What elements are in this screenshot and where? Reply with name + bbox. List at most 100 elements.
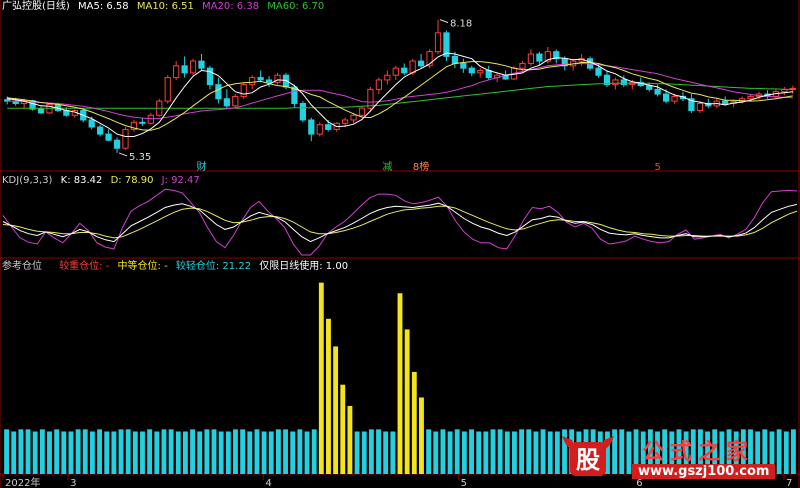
moving-average-lines (7, 52, 793, 137)
candle-body (485, 70, 492, 79)
medium-position-bar (333, 346, 339, 474)
light-position-bar (204, 429, 210, 474)
candle-body (113, 139, 121, 149)
kdj-lines (2, 188, 798, 256)
candle-body (434, 32, 442, 53)
light-label: 较轻仓位: 21.22 (175, 261, 252, 272)
medium-position-bar (318, 282, 324, 474)
low-price-label: 5.35 (129, 152, 151, 163)
light-position-bar (125, 429, 131, 474)
light-position-bar (190, 429, 195, 474)
light-position-bar (218, 431, 224, 474)
candle-body (215, 84, 222, 100)
bull-logo-icon: 股 (562, 436, 614, 476)
candle-body (536, 53, 543, 62)
light-position-bar (254, 429, 260, 474)
candle-body (122, 128, 129, 149)
x-tick-label: 5 (461, 478, 467, 488)
ma20-line (7, 62, 793, 120)
light-position-bar (304, 431, 310, 474)
light-position-bar (39, 429, 45, 474)
candle-body (350, 114, 357, 121)
light-position-bar (311, 429, 317, 474)
ma60-label: MA60: 6.70 (267, 1, 325, 12)
candle-body (232, 95, 239, 107)
light-position-bar (247, 431, 253, 474)
light-position-bar (297, 429, 303, 474)
medium-label: 中等仓位: - (117, 261, 168, 272)
candle-body (299, 102, 306, 121)
light-position-bar (225, 431, 231, 474)
price-annotations: 8.18 5.35 财 减 8榜 5 (118, 19, 661, 173)
light-position-bar (376, 429, 381, 474)
candle-body (181, 65, 188, 74)
candlestick-series (4, 19, 796, 153)
candle-body (722, 100, 729, 104)
light-position-bar (25, 429, 31, 474)
light-position-bar (75, 429, 81, 474)
candle-body (747, 95, 754, 100)
candle-body (671, 95, 678, 102)
candle-body (206, 67, 214, 86)
candle-body (249, 77, 256, 86)
kdj-k-line (2, 202, 798, 243)
medium-position-bar (397, 293, 403, 474)
light-position-bar (197, 431, 203, 474)
watermark: 股 公式之家 www.gszj100.com (556, 430, 800, 486)
light-position-bar (476, 431, 482, 474)
candle-body (654, 88, 661, 95)
candle-body (460, 62, 467, 69)
light-position-bar (118, 429, 124, 474)
light-position-bar (161, 429, 167, 474)
kdj-panel-header: KDJ(9,3,3) K: 83.42 D: 78.90 J: 92.47 (2, 175, 205, 187)
light-position-bar (140, 431, 145, 474)
ma5-line (7, 52, 793, 137)
light-position-bar (132, 431, 138, 474)
watermark-url: www.gszj100.com (632, 464, 776, 479)
medium-position-bar (347, 405, 353, 474)
light-position-bar (168, 429, 174, 474)
candle-body (519, 62, 526, 69)
candle-body (88, 119, 95, 128)
candle-body (417, 60, 425, 67)
medium-position-bar (419, 397, 424, 474)
candle-body (97, 126, 104, 135)
x-tick-label: 4 (265, 478, 271, 488)
watermark-title: 公式之家 (642, 439, 755, 465)
candle-body (240, 84, 247, 97)
event-marker: 减 (382, 161, 392, 173)
light-position-bar (433, 431, 439, 474)
light-position-bar (89, 431, 95, 474)
candle-body (662, 93, 670, 102)
light-position-bar (454, 429, 460, 474)
light-position-bar (268, 431, 274, 474)
medium-position-bar (326, 318, 331, 474)
heavy-label: 较重仓位: - (59, 261, 110, 272)
light-position-bar (111, 431, 117, 474)
j-label: J: 92.47 (161, 175, 200, 186)
candle-body (316, 124, 323, 135)
light-position-bar (47, 431, 52, 474)
low-marker-arrow (118, 152, 128, 157)
light-position-bar (240, 429, 246, 474)
candle-body (646, 85, 653, 90)
light-position-bar (147, 429, 153, 474)
high-marker-arrow (439, 19, 449, 24)
stock-chart[interactable]: 8.185.35财减 8榜 5 2022年 3 4 5 6 7 (0, 0, 800, 488)
watermark-logo-char: 股 (576, 445, 600, 474)
candle-body (105, 133, 112, 141)
note-label: 仅限日线使用: 1.00 (259, 261, 349, 272)
light-position-bar (519, 429, 525, 474)
candle-body (384, 74, 391, 81)
light-position-bar (154, 431, 160, 474)
light-position-bar (469, 429, 474, 474)
light-position-bar (361, 431, 367, 474)
event-marker: 8榜 (413, 160, 429, 173)
light-position-bar (354, 431, 360, 474)
light-position-bar (97, 429, 102, 474)
light-position-bar (11, 431, 17, 474)
light-position-bar (483, 431, 489, 474)
main-panel-header: 广弘控股(日线) MA5: 6.58 MA10: 6.51 MA20: 6.38… (2, 1, 329, 13)
event-marker: 财 (197, 160, 207, 173)
light-position-bar (447, 431, 453, 474)
